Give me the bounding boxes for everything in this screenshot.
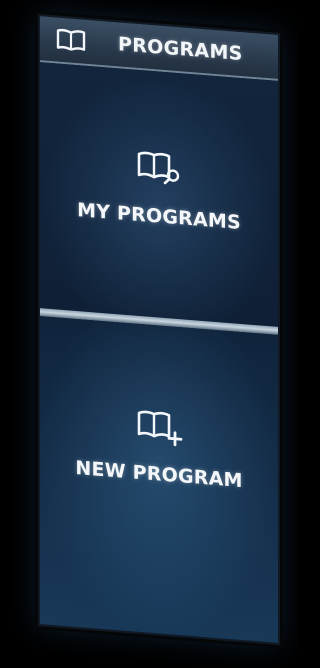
device-screen: PROGRAMS MY PROGRAMS NEW PROGRAM: [38, 14, 280, 646]
my-programs-button[interactable]: MY PROGRAMS: [40, 62, 278, 327]
new-program-button[interactable]: NEW PROGRAM: [40, 316, 278, 643]
my-programs-label: MY PROGRAMS: [77, 199, 241, 234]
book-icon: [56, 28, 86, 51]
book-add-icon: [137, 410, 183, 447]
photo-background: PROGRAMS MY PROGRAMS NEW PROGRAM: [0, 0, 298, 668]
book-search-icon: [137, 151, 180, 185]
new-program-label: NEW PROGRAM: [75, 456, 243, 493]
page-title: PROGRAMS: [118, 33, 243, 66]
